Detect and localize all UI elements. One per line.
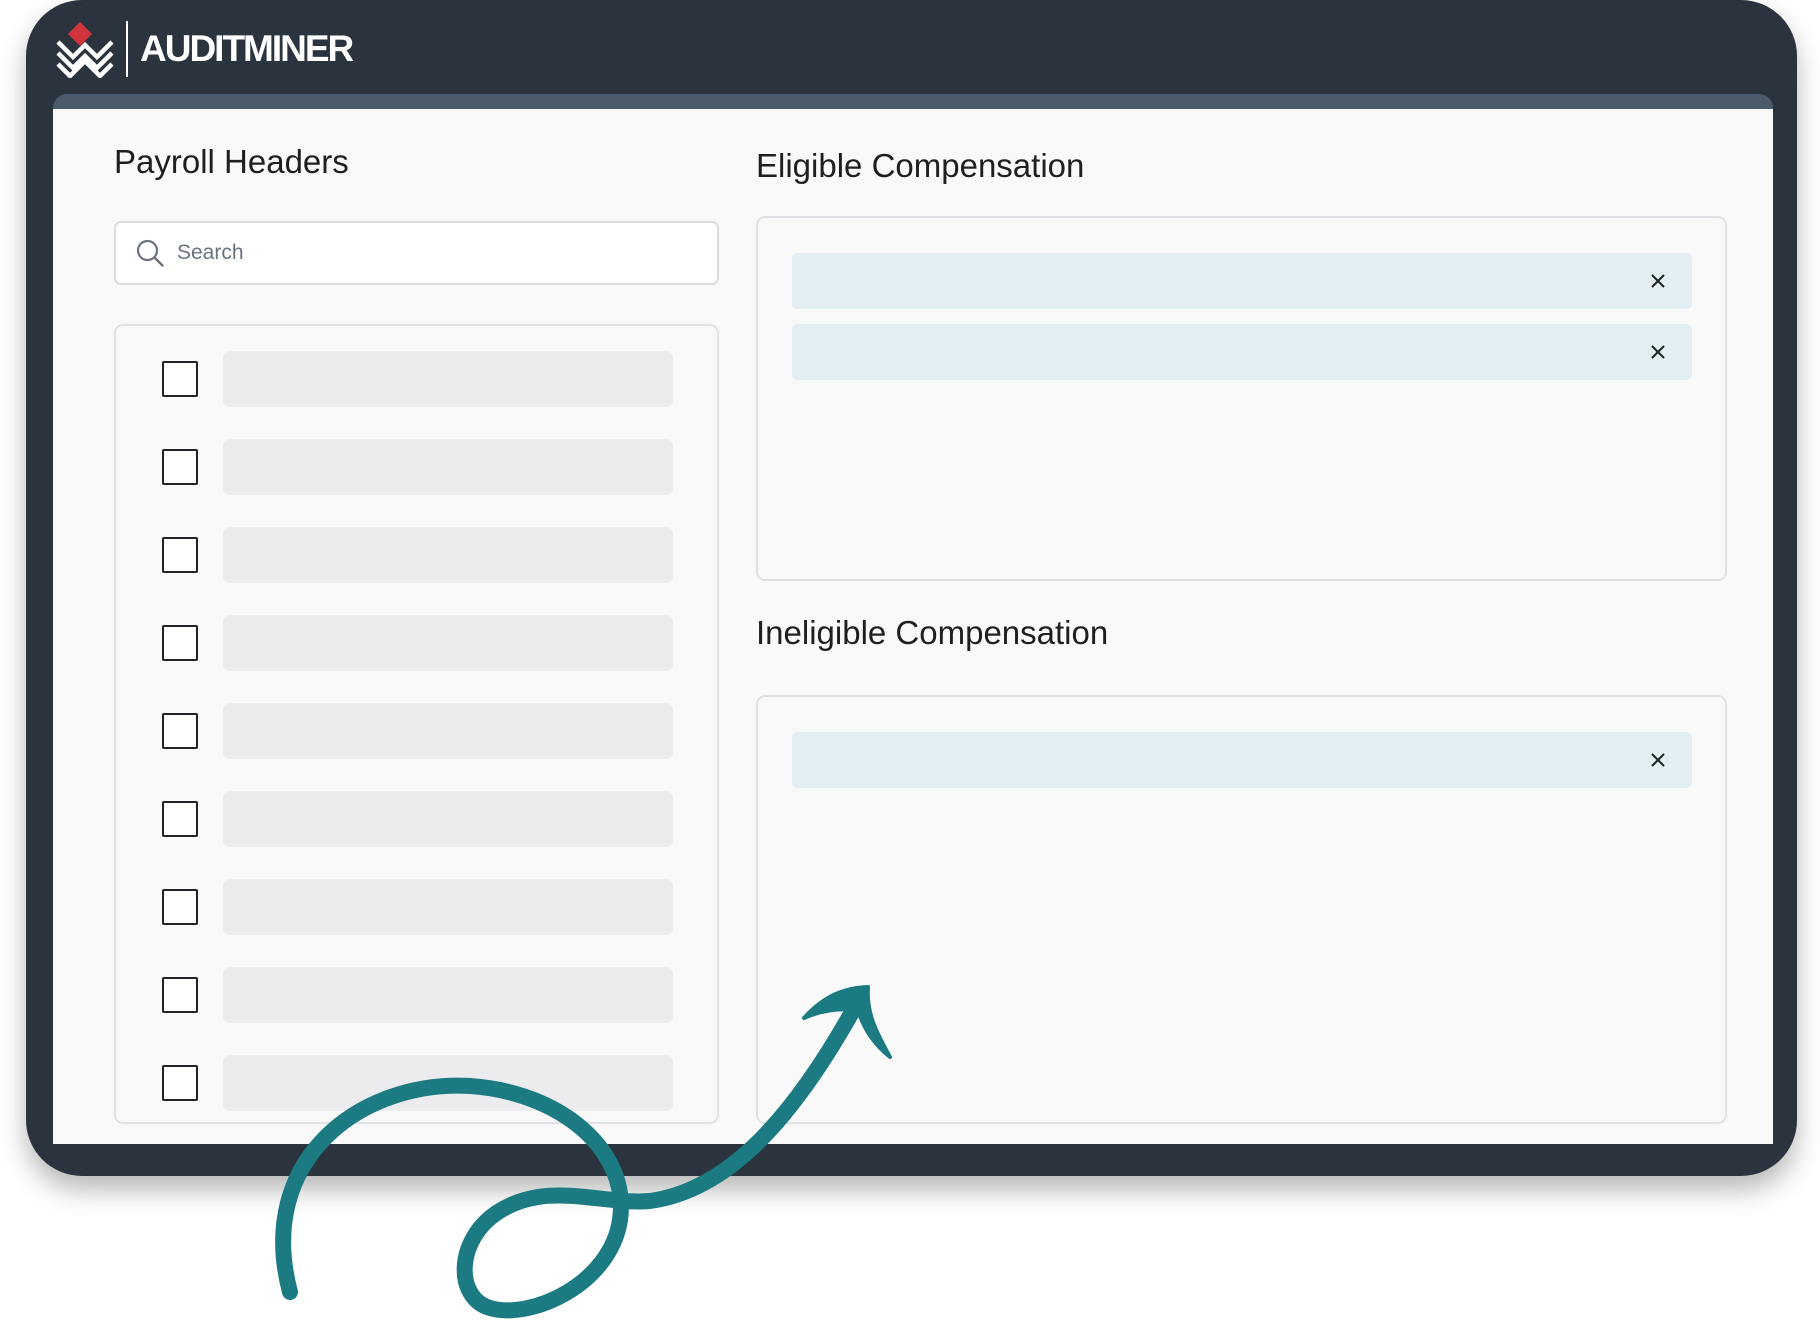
close-icon[interactable] — [1644, 746, 1672, 774]
close-icon[interactable] — [1644, 267, 1672, 295]
header-row[interactable] — [116, 791, 717, 847]
header-checkbox[interactable] — [162, 977, 198, 1013]
header-checkbox[interactable] — [162, 449, 198, 485]
header-checkbox[interactable] — [162, 625, 198, 661]
brand-name: AUDITMINER — [140, 28, 354, 69]
ineligible-compensation-title: Ineligible Compensation — [756, 614, 1109, 651]
header-checkbox[interactable] — [162, 1065, 198, 1101]
search-box[interactable] — [114, 221, 719, 285]
header-checkbox[interactable] — [162, 537, 198, 573]
header-row[interactable] — [116, 527, 717, 583]
header-row[interactable] — [116, 351, 717, 407]
ineligible-chip[interactable] — [792, 732, 1692, 788]
search-icon — [136, 239, 164, 267]
close-icon[interactable] — [1644, 338, 1672, 366]
header-row[interactable] — [116, 879, 717, 935]
header-placeholder — [223, 615, 673, 671]
header-placeholder — [223, 879, 673, 935]
header-placeholder — [223, 703, 673, 759]
header-row[interactable] — [116, 703, 717, 759]
header-checkbox[interactable] — [162, 713, 198, 749]
header-row[interactable] — [116, 439, 717, 495]
header-placeholder — [223, 439, 673, 495]
header-checkbox[interactable] — [162, 361, 198, 397]
header-row[interactable] — [116, 1055, 717, 1111]
brand: AUDITMINER — [55, 20, 354, 78]
app-screen: Payroll Headers Search Eligible Compensa… — [53, 109, 1773, 1144]
header-placeholder — [223, 967, 673, 1023]
header-row[interactable] — [116, 967, 717, 1023]
search-input[interactable] — [177, 241, 697, 265]
header-checkbox[interactable] — [162, 889, 198, 925]
ineligible-compensation-dropzone[interactable] — [756, 695, 1727, 1124]
eligible-chip[interactable] — [792, 253, 1692, 309]
brand-divider — [126, 21, 128, 77]
header-placeholder — [223, 791, 673, 847]
header-row[interactable] — [116, 615, 717, 671]
header-checkbox[interactable] — [162, 801, 198, 837]
eligible-compensation-title: Eligible Compensation — [756, 147, 1085, 184]
eligible-compensation-dropzone[interactable] — [756, 216, 1727, 581]
payroll-headers-list — [114, 324, 719, 1124]
header-placeholder — [223, 527, 673, 583]
eligible-chip[interactable] — [792, 324, 1692, 380]
payroll-headers-title: Payroll Headers — [114, 143, 349, 180]
header-placeholder — [223, 351, 673, 407]
header-placeholder — [223, 1055, 673, 1111]
auditminer-mountain-logo-icon — [56, 22, 114, 78]
